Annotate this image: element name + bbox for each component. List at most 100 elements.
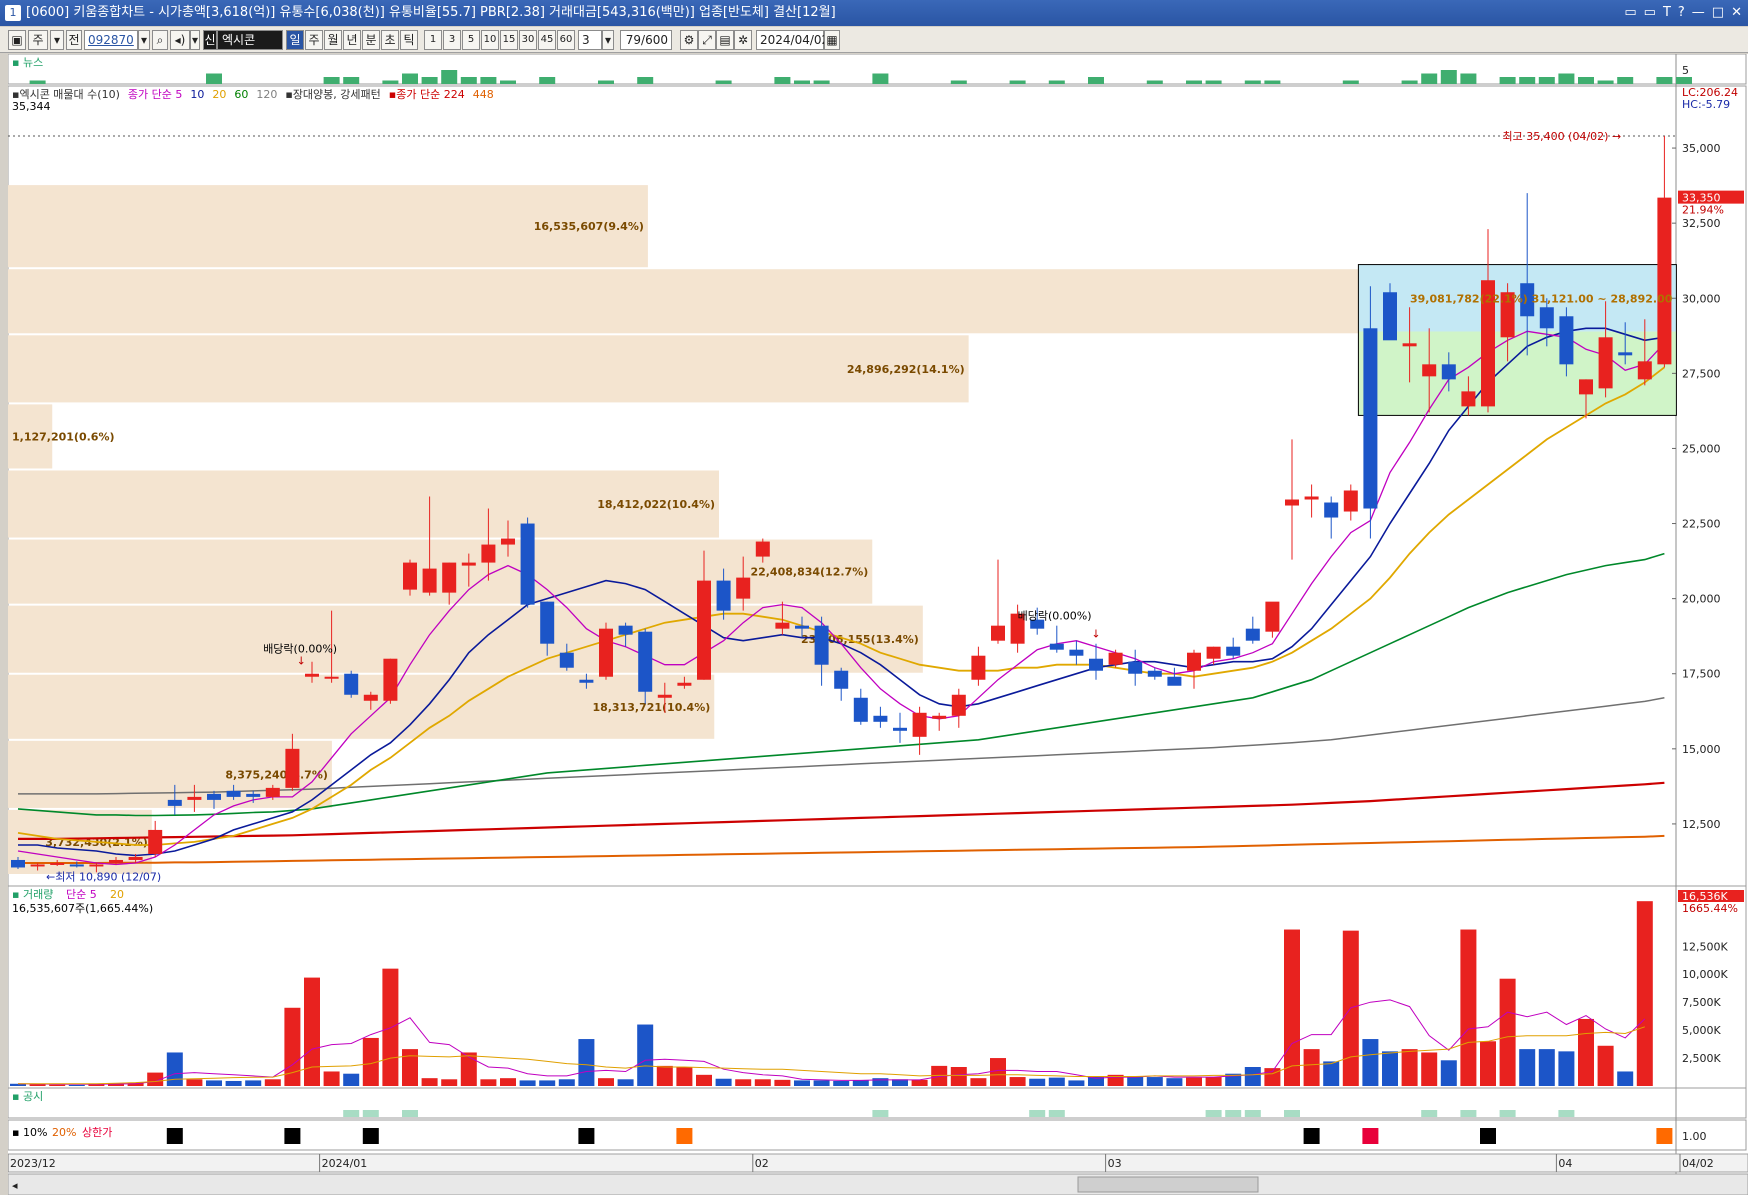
news-bar — [1146, 80, 1163, 84]
chevron-down-icon[interactable]: ▾ — [50, 30, 64, 50]
period-prefix-button[interactable]: 전 — [66, 30, 82, 50]
chart-area[interactable]: ◂ 16,535,607(9.4%)39,081,782(22.1%)24,89… — [8, 54, 1748, 1195]
news-bar — [1048, 80, 1065, 84]
disclosure-marker — [362, 1110, 379, 1117]
volume-tick-label: 2,500K — [1682, 1052, 1721, 1065]
news-bar — [29, 80, 46, 84]
sound-icon[interactable]: ◂) — [170, 30, 190, 50]
candle-body — [520, 523, 535, 605]
minute-tab[interactable]: 1 — [424, 30, 442, 50]
candle-body — [128, 856, 143, 860]
tool-icon[interactable]: ⚙ — [680, 30, 698, 50]
minute-tab[interactable]: 60 — [557, 30, 575, 50]
volume-bar — [1519, 1049, 1536, 1086]
window-copy-icon[interactable]: ▭ — [1644, 0, 1656, 26]
timeframe-tab[interactable]: 일 — [286, 30, 304, 50]
news-bar — [480, 77, 497, 84]
volume-bar — [1382, 1051, 1398, 1086]
volume-bar — [402, 1049, 418, 1086]
chart-svg[interactable]: ◂ 16,535,607(9.4%)39,081,782(22.1%)24,89… — [8, 54, 1748, 1195]
minute-tab[interactable]: 10 — [481, 30, 499, 50]
volume-bar — [1244, 1067, 1261, 1086]
minute-tab[interactable]: 15 — [500, 30, 518, 50]
news-bar — [539, 77, 556, 84]
candle-body — [991, 625, 1005, 641]
window-menu-icon[interactable]: ▭ — [1624, 0, 1636, 26]
volume-tick-label: 7,500K — [1682, 996, 1721, 1009]
layout-icon[interactable]: ▣ — [8, 30, 26, 50]
candle-body — [167, 799, 182, 806]
count-dropdown-icon[interactable]: ▾ — [602, 30, 614, 50]
candle-body — [1245, 628, 1260, 641]
scroll-bar — [8, 1173, 1748, 1195]
news-bar — [813, 80, 830, 84]
news-bar — [1597, 80, 1614, 84]
date-input[interactable]: 2024/04/02 — [756, 30, 829, 50]
disclosure-marker — [1205, 1110, 1222, 1117]
timeframe-tab[interactable]: 틱 — [400, 30, 418, 50]
minute-tab[interactable]: 30 — [519, 30, 537, 50]
timeframe-tab[interactable]: 분 — [362, 30, 380, 50]
volume-bar — [696, 1074, 712, 1086]
volume-bar — [1499, 978, 1516, 1086]
count-input[interactable]: 3 — [578, 30, 602, 50]
close-icon[interactable]: ✕ — [1731, 0, 1742, 26]
volume-bar — [1127, 1076, 1144, 1086]
stock-name-field[interactable]: 엑시콘 — [217, 30, 283, 50]
dividend-arrow-2: ↓ — [1091, 628, 1100, 641]
minute-tab[interactable]: 45 — [538, 30, 556, 50]
candle-body — [795, 625, 809, 629]
price-tick-label: 17,500 — [1682, 668, 1721, 681]
gear-icon[interactable]: ✲ — [734, 30, 752, 50]
limit-marker — [1303, 1128, 1320, 1144]
price-tick-label: 15,000 — [1682, 743, 1721, 756]
date-tick-label: 2023/12 — [10, 1157, 56, 1170]
calendar-icon[interactable]: ▦ — [824, 30, 840, 50]
disclosure-marker — [402, 1110, 418, 1117]
volume-bar — [1421, 1052, 1438, 1086]
price-legend-item: 20 — [212, 88, 226, 101]
timeframe-tab[interactable]: 주 — [305, 30, 323, 50]
news-bar — [1088, 77, 1104, 84]
candle-body — [207, 793, 221, 800]
minute-tab[interactable]: 5 — [462, 30, 480, 50]
news-bar — [382, 80, 399, 84]
minute-tab[interactable]: 3 — [443, 30, 461, 50]
period-type-select[interactable]: 주 — [28, 30, 48, 50]
sound-dropdown-icon[interactable]: ▾ — [190, 30, 200, 50]
candle-body — [657, 694, 672, 698]
news-bar — [794, 80, 810, 84]
save-icon[interactable]: ▤ — [716, 30, 734, 50]
news-bar — [1578, 77, 1594, 84]
low-marker-label: ←최저 10,890 (12/07) — [46, 870, 161, 883]
volume-bar — [637, 1024, 654, 1086]
minimize-icon[interactable]: — — [1692, 0, 1705, 26]
candle-body — [344, 673, 359, 695]
code-dropdown-icon[interactable]: ▾ — [138, 30, 150, 50]
volume-bar — [225, 1080, 242, 1086]
candle-body — [677, 682, 692, 686]
timeframe-tab[interactable]: 월 — [324, 30, 342, 50]
volume-bar — [1205, 1077, 1222, 1086]
timeframe-tab[interactable]: 초 — [381, 30, 399, 50]
news-axis-label: 5 — [1682, 64, 1689, 77]
candle-body — [324, 676, 339, 679]
search-icon[interactable]: ⌕ — [152, 30, 168, 50]
candle-body — [540, 601, 555, 644]
news-bar — [1499, 77, 1516, 84]
timeframe-tab[interactable]: 년 — [343, 30, 361, 50]
date-tick-label: 04 — [1558, 1157, 1572, 1170]
volume-bar — [304, 977, 320, 1086]
link-icon[interactable]: ⤢ — [698, 30, 716, 50]
disclosure-marker — [1284, 1110, 1300, 1117]
help-icon[interactable]: ? — [1678, 0, 1685, 26]
stock-code-input[interactable]: 092870 — [84, 30, 138, 50]
volume-bar — [1578, 1018, 1594, 1086]
maximize-icon[interactable]: □ — [1712, 0, 1724, 26]
volume-profile-label: 1,127,201(0.6%) — [12, 430, 115, 443]
volume-bar — [1538, 1049, 1555, 1086]
limit-axis-label: 1.00 — [1682, 1130, 1707, 1143]
window-text-icon[interactable]: T — [1663, 0, 1671, 26]
price-legend-item: 448 — [473, 88, 494, 101]
bars-input[interactable]: 79/600 — [620, 30, 672, 50]
